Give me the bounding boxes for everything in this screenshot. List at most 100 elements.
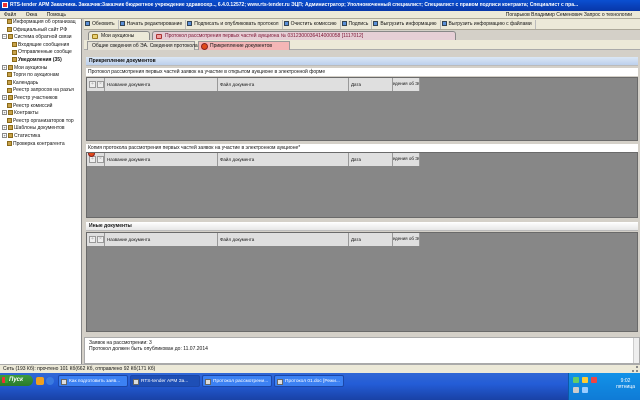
start-edit-button[interactable]: Начать редактирование xyxy=(119,20,187,29)
sidebar-item[interactable]: Официальный сайт РФ xyxy=(0,27,81,35)
grid-buttons: + × xyxy=(87,233,105,246)
menu-bar: Файл Окна Помощь Погарьков Владимир Семе… xyxy=(0,11,640,19)
signature-icon xyxy=(341,21,347,27)
task-protocol-doc[interactable]: Протокол 01.doc [Режи... xyxy=(274,375,344,387)
sub-tabs: Общие сведения об ЭА. Сведения протокола… xyxy=(84,40,640,50)
warning-icon xyxy=(201,43,208,50)
export-button[interactable]: Выгрузить информацию xyxy=(372,20,441,29)
folder-icon xyxy=(12,49,17,55)
sidebar-item[interactable]: Реестр комиссий xyxy=(0,103,81,111)
refresh-button[interactable]: Обновить xyxy=(84,20,119,29)
sign-publish-button[interactable]: Подписать и опубликовать протокол xyxy=(186,20,283,29)
folder-icon xyxy=(8,95,13,101)
tab-attachments[interactable]: Прикрепление документов xyxy=(198,41,290,50)
clear-commission-button[interactable]: Очистить комиссию xyxy=(283,20,341,29)
quicklaunch-folder-icon[interactable] xyxy=(36,377,44,385)
document-icon xyxy=(283,21,289,27)
sidebar-item[interactable]: + Реестр участников xyxy=(0,95,81,103)
grid-buttons: + × xyxy=(87,78,105,91)
security-tray-icon[interactable] xyxy=(582,377,588,383)
grid-header: + × Название документа Файл документа Дат… xyxy=(87,78,420,91)
tab-protocol[interactable]: Протокол рассмотрения первых частей аукц… xyxy=(152,31,456,40)
col-name: Название документа xyxy=(105,78,218,91)
grid-header: + × Название документа Файл документа Дат… xyxy=(87,153,420,166)
menu-help[interactable]: Помощь xyxy=(43,11,70,19)
sidebar-item[interactable]: − Система обратной связи xyxy=(0,34,81,42)
remove-icon[interactable]: × xyxy=(97,156,104,163)
task-protocol-review[interactable]: Протокол рассмотрени... xyxy=(202,375,272,387)
network-tray-icon[interactable] xyxy=(573,377,579,383)
expand-icon[interactable]: + xyxy=(2,133,7,139)
add-icon[interactable]: + xyxy=(89,236,96,243)
start-button[interactable]: Пуск xyxy=(0,375,33,386)
sidebar-item[interactable]: Проверка контрагента xyxy=(0,141,81,149)
other-documents-grid[interactable]: + × Название документа Файл документа Дат… xyxy=(86,232,638,332)
expand-icon[interactable]: + xyxy=(2,125,7,131)
signature-button[interactable]: Подпись xyxy=(341,20,373,29)
expand-icon[interactable]: + xyxy=(2,95,7,101)
resize-grip-icon[interactable] xyxy=(632,366,638,372)
sidebar-item[interactable]: + Шаблоны документов xyxy=(0,125,81,133)
task-guide[interactable]: Как подготовить заяв... xyxy=(58,375,128,387)
col-date: Дата xyxy=(349,78,393,91)
tab-close-icon[interactable] xyxy=(156,34,162,39)
section-title: Прикрепление документов xyxy=(86,57,638,66)
expand-icon[interactable]: + xyxy=(2,110,7,116)
volume-tray-icon[interactable] xyxy=(573,387,579,393)
expand-icon[interactable]: + xyxy=(2,64,7,70)
add-icon[interactable]: + xyxy=(89,156,96,163)
word-document-icon xyxy=(277,379,283,385)
tab-general-info[interactable]: Общие сведения об ЭА. Сведения протокола xyxy=(87,41,198,50)
tab-my-auctions[interactable]: Мои аукционы xyxy=(88,31,150,40)
sidebar-item-label: Торги по аукционам xyxy=(13,72,59,79)
sidebar-item-label: Уведомления (35) xyxy=(18,56,62,63)
sidebar-item[interactable]: Календарь xyxy=(0,80,81,88)
col-signature: Сведения об ЭЦП xyxy=(393,233,420,246)
folder-icon xyxy=(7,79,12,85)
folder-icon xyxy=(8,125,13,131)
export-icon xyxy=(373,21,379,27)
menu-file[interactable]: Файл xyxy=(0,11,20,19)
protocol-documents-grid[interactable]: + × Название документа Файл документа Дат… xyxy=(86,77,638,141)
status-scrollbar[interactable] xyxy=(633,338,639,363)
toolbar: Обновить Начать редактирование Подписать и… xyxy=(84,19,640,30)
clock[interactable]: 9:02 пятница xyxy=(616,378,635,390)
sidebar-item[interactable]: Отправленные сообще xyxy=(0,49,81,57)
export-files-button[interactable]: Выгрузить информацию с файлами xyxy=(441,20,536,29)
remove-icon[interactable]: × xyxy=(97,81,104,88)
sidebar-item[interactable]: + Контракты xyxy=(0,110,81,118)
network-status: Сеть (193 Кб): прочтено 101 Кб(662 Кб, о… xyxy=(3,366,156,372)
window-title: RTS-tender АРМ Заказчика. Заказчик:Заказ… xyxy=(10,2,579,8)
app-icon xyxy=(2,2,8,8)
sidebar-item[interactable]: + Мои аукционы xyxy=(0,65,81,73)
folder-icon xyxy=(8,110,13,116)
remove-icon[interactable]: × xyxy=(97,236,104,243)
section1-label: Протокол рассмотрения первых частей заяв… xyxy=(86,68,638,76)
sidebar-item[interactable]: Торги по аукционам xyxy=(0,72,81,80)
sidebar-item[interactable]: Уведомления (35) xyxy=(0,57,81,65)
folder-icon xyxy=(8,133,13,139)
sidebar-item[interactable]: Реестр организаторов тор xyxy=(0,118,81,126)
sidebar-item-label: Система обратной связи xyxy=(14,34,72,41)
window-icon xyxy=(205,379,211,385)
task-rts-tender[interactable]: RTS-tender АРМ За... xyxy=(130,375,200,387)
collapse-icon[interactable]: − xyxy=(2,34,7,40)
current-user: Погарьков Владимир Семенович Запрос о те… xyxy=(505,12,632,18)
sidebar-item[interactable]: + Статистика xyxy=(0,133,81,141)
language-tray-icon[interactable] xyxy=(582,387,588,393)
sidebar-item[interactable]: Информация об организац xyxy=(0,19,81,27)
document-tabs: Мои аукционы Протокол рассмотрения первы… xyxy=(84,30,640,40)
folder-icon xyxy=(7,140,12,146)
sidebar-item-label: Реестр запросов на разъя xyxy=(13,87,74,94)
quicklaunch-browser-icon[interactable] xyxy=(46,377,54,385)
antivirus-tray-icon[interactable] xyxy=(591,377,597,383)
sign-icon xyxy=(187,21,193,27)
col-file: Файл документа xyxy=(218,233,349,246)
tab-close-icon[interactable] xyxy=(92,34,98,39)
sidebar-item[interactable]: Реестр запросов на разъя xyxy=(0,87,81,95)
menu-windows[interactable]: Окна xyxy=(22,11,42,19)
add-icon[interactable]: + xyxy=(89,81,96,88)
col-date: Дата xyxy=(349,153,393,166)
protocol-copy-grid[interactable]: + × Название документа Файл документа Дат… xyxy=(86,152,638,218)
sidebar-item[interactable]: Входящие сообщения xyxy=(0,42,81,50)
